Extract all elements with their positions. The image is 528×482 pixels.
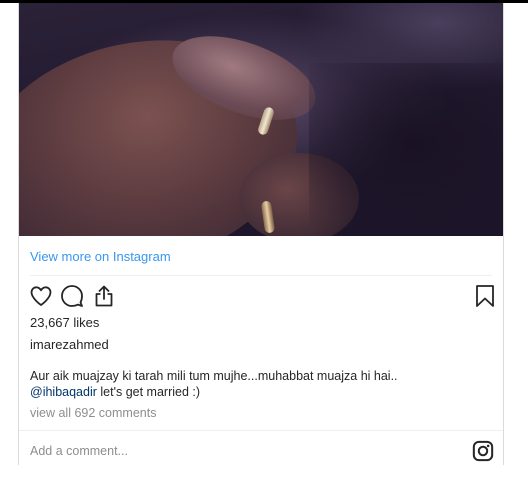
instagram-icon[interactable]: [472, 440, 494, 467]
view-all-comments-link[interactable]: view all 692 comments: [30, 406, 156, 420]
caption-mention[interactable]: @ihibaqadir: [30, 385, 97, 399]
caption-text: Aur aik muajzay ki tarah mili tum mujhe.…: [30, 369, 398, 383]
caption-text-rest: let's get married :): [96, 385, 201, 399]
likes-count: 23,667 likes: [30, 315, 100, 330]
view-more-link[interactable]: View more on Instagram: [30, 249, 171, 264]
bookmark-icon[interactable]: [473, 284, 497, 308]
comment-bubble-icon[interactable]: [60, 284, 84, 308]
post-photo[interactable]: [19, 3, 503, 236]
instagram-embed: View more on Instagram 23,667 likes imar…: [18, 3, 504, 465]
divider: [30, 275, 492, 276]
action-bar: [19, 284, 503, 308]
post-caption: Aur aik muajzay ki tarah mili tum mujhe.…: [30, 368, 490, 400]
heart-icon[interactable]: [29, 284, 53, 308]
divider: [19, 430, 503, 431]
post-username[interactable]: imarezahmed: [30, 337, 109, 352]
share-icon[interactable]: [92, 284, 116, 308]
comment-input[interactable]: Add a comment...: [30, 444, 128, 458]
